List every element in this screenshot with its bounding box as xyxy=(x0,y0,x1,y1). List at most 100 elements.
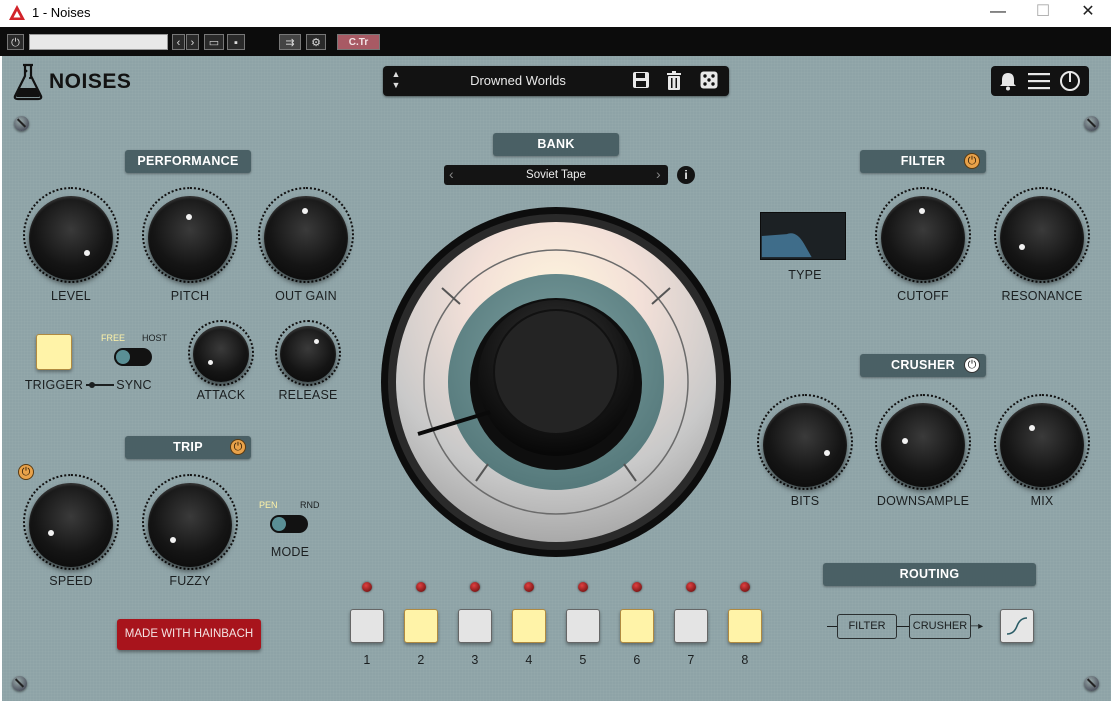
step-button[interactable] xyxy=(728,609,762,643)
out-gain-knob[interactable] xyxy=(264,196,348,280)
host-toolbar: ⏻ ‹ › ▭ ▪ ⇉ ⚙ C.Tr xyxy=(0,27,1111,56)
randomize-dice-icon[interactable] xyxy=(700,71,718,89)
preset-field[interactable] xyxy=(29,34,168,50)
rnd-label: RND xyxy=(300,500,320,510)
filter-type-display[interactable] xyxy=(760,212,846,260)
level-knob[interactable] xyxy=(29,196,113,280)
tempo-sync-note-icon[interactable] xyxy=(18,464,34,480)
step-led xyxy=(740,582,750,592)
plugin-panel: NOISES ▲ ▼ Drowned Worlds PERFORMANCE LEV… xyxy=(2,56,1111,701)
fuzzy-knob[interactable] xyxy=(148,483,232,567)
open-folder-icon[interactable]: ▭ xyxy=(204,34,224,50)
routing-line xyxy=(827,626,837,627)
bank-next-icon[interactable]: › xyxy=(656,166,661,182)
step-button[interactable] xyxy=(620,609,654,643)
curve-icon xyxy=(1006,617,1028,635)
pen-label: PEN xyxy=(259,500,278,510)
power-icon[interactable] xyxy=(1059,70,1081,92)
attack-knob[interactable] xyxy=(193,326,249,382)
step-label: 4 xyxy=(525,653,533,667)
save-icon[interactable]: ▪ xyxy=(227,34,245,50)
trip-power-icon[interactable] xyxy=(230,439,246,455)
speed-label: SPEED xyxy=(49,574,93,588)
screw-icon xyxy=(1084,116,1099,131)
step-button[interactable] xyxy=(458,609,492,643)
filter-curve-icon xyxy=(761,233,812,258)
menu-icon[interactable] xyxy=(1028,72,1050,90)
bank-prev-icon[interactable]: ‹ xyxy=(449,166,454,182)
step-led xyxy=(362,582,372,592)
top-right-controls xyxy=(991,66,1089,96)
step-button[interactable] xyxy=(566,609,600,643)
downsample-knob[interactable] xyxy=(881,403,965,487)
routing-crusher-block[interactable]: CRUSHER xyxy=(909,614,971,639)
bell-icon[interactable] xyxy=(999,71,1017,91)
bank-header: BANK xyxy=(493,133,619,156)
release-knob[interactable] xyxy=(280,326,336,382)
step-button[interactable] xyxy=(404,609,438,643)
mode-toggle[interactable] xyxy=(270,515,308,533)
filter-power-icon[interactable] xyxy=(964,153,980,169)
save-preset-icon[interactable] xyxy=(632,71,650,89)
bank-selector[interactable]: ‹ Soviet Tape › xyxy=(444,165,668,185)
maximize-button[interactable]: ☐ xyxy=(1028,3,1058,23)
prev-preset-button[interactable]: ‹ xyxy=(172,34,185,50)
step-label: 1 xyxy=(363,653,371,667)
window-titlebar: 1 - Noises — ☐ ✕ xyxy=(0,0,1111,27)
step-led xyxy=(686,582,696,592)
mix-knob[interactable] xyxy=(1000,403,1084,487)
routing-order-toggle[interactable] xyxy=(1000,609,1034,643)
screw-icon xyxy=(1084,676,1099,691)
app-logo-icon xyxy=(9,5,25,20)
resonance-knob[interactable] xyxy=(1000,196,1084,280)
info-icon[interactable]: i xyxy=(677,166,695,184)
level-label: LEVEL xyxy=(51,289,91,303)
step-button[interactable] xyxy=(674,609,708,643)
crusher-power-icon[interactable] xyxy=(964,357,980,373)
window-title: 1 - Noises xyxy=(32,5,91,20)
release-label: RELEASE xyxy=(278,388,338,402)
step-label: 8 xyxy=(741,653,749,667)
preset-updown-icon[interactable]: ▲ ▼ xyxy=(390,69,402,93)
bank-big-dial[interactable] xyxy=(380,206,732,558)
preset-name[interactable]: Drowned Worlds xyxy=(443,73,593,88)
bypass-power-button[interactable]: ⏻ xyxy=(7,34,24,50)
next-preset-button[interactable]: › xyxy=(186,34,199,50)
trigger-button[interactable] xyxy=(36,334,72,370)
crusher-header-label: CRUSHER xyxy=(891,358,955,372)
plugin-name: NOISES xyxy=(49,70,132,93)
screw-icon xyxy=(12,676,27,691)
delete-preset-icon[interactable] xyxy=(666,71,682,90)
close-button[interactable]: ✕ xyxy=(1073,3,1103,23)
step-led xyxy=(470,582,480,592)
performance-header: PERFORMANCE xyxy=(125,150,251,173)
route-icon[interactable]: ⇉ xyxy=(279,34,301,50)
routing-filter-block[interactable]: FILTER xyxy=(837,614,897,639)
resonance-label: RESONANCE xyxy=(1001,289,1083,303)
bits-knob[interactable] xyxy=(763,403,847,487)
cutoff-label: CUTOFF xyxy=(897,289,949,303)
routing-header: ROUTING xyxy=(823,563,1036,586)
step-button[interactable] xyxy=(350,609,384,643)
made-with-hainbach-button[interactable]: MADE WITH HAINBACH xyxy=(117,619,261,650)
minimize-button[interactable]: — xyxy=(983,3,1013,23)
ctr-button[interactable]: C.Tr xyxy=(337,34,380,50)
cutoff-knob[interactable] xyxy=(881,196,965,280)
trigger-label: TRIGGER xyxy=(24,378,84,392)
filter-type-label: TYPE xyxy=(788,268,822,282)
preset-bar: ▲ ▼ Drowned Worlds xyxy=(383,66,729,96)
trip-header-label: TRIP xyxy=(173,440,203,454)
step-label: 6 xyxy=(633,653,641,667)
step-led xyxy=(416,582,426,592)
mode-label: MODE xyxy=(270,545,310,559)
step-label: 2 xyxy=(417,653,425,667)
pitch-knob[interactable] xyxy=(148,196,232,280)
host-label: HOST xyxy=(142,333,168,343)
free-label: FREE xyxy=(101,333,126,343)
speed-knob[interactable] xyxy=(29,483,113,567)
sync-toggle[interactable] xyxy=(114,348,152,366)
step-button[interactable] xyxy=(512,609,546,643)
routing-line xyxy=(897,626,909,627)
gear-icon[interactable]: ⚙ xyxy=(306,34,326,50)
downsample-label: DOWNSAMPLE xyxy=(876,494,970,508)
